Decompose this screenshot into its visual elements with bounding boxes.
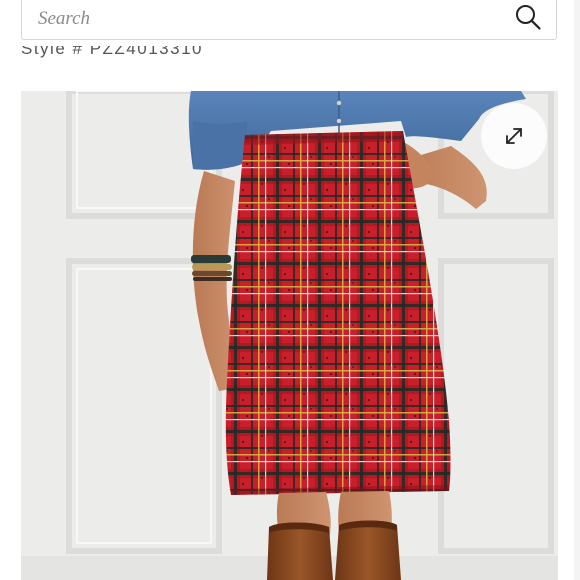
product-photo [21, 91, 558, 580]
search-input[interactable] [38, 4, 478, 34]
style-number: Style # PZZ4013310 [21, 46, 203, 62]
style-number-text: Style # PZZ4013310 [21, 46, 203, 58]
scrollbar-track[interactable] [574, 0, 580, 580]
product-image[interactable] [21, 91, 558, 580]
search-bar [21, 0, 557, 40]
product-page: Style # PZZ4013310 [0, 0, 580, 580]
expand-icon [506, 128, 522, 144]
search-icon[interactable] [514, 3, 542, 31]
expand-image-button[interactable] [481, 103, 547, 169]
